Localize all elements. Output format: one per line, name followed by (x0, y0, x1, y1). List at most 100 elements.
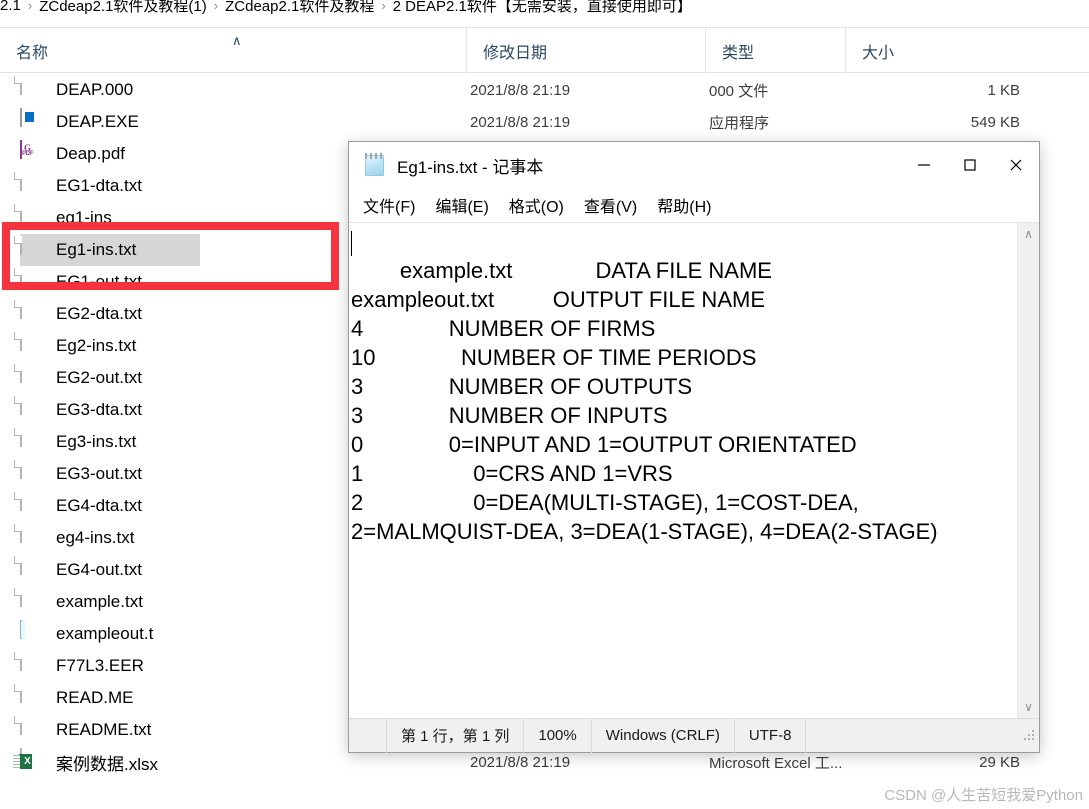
sort-ascending-icon: ∧ (232, 33, 242, 48)
file-name-cell[interactable]: EG2-out.txt (20, 362, 200, 394)
blank-file-icon (20, 76, 43, 103)
file-name-label: EG3-dta.txt (56, 400, 142, 419)
status-zoom-level[interactable]: 100% (524, 718, 592, 753)
notepad-title: Eg1-ins.txt - 记事本 (397, 157, 544, 177)
status-spacer (349, 718, 387, 753)
file-name-cell[interactable]: EG4-dta.txt (20, 490, 200, 522)
notepad-window[interactable]: Eg1-ins.txt - 记事本 文件(F) 编辑(E) 格式(O) 查看(V) 帮助… (348, 141, 1040, 753)
file-name-cell[interactable]: EG3-dta.txt (20, 394, 200, 426)
file-name-cell[interactable]: eg1-ins (20, 202, 200, 234)
file-name-label: exampleout.t (56, 624, 154, 643)
application-icon (20, 108, 43, 135)
file-date-cell: 2021/8/8 21:19 (470, 753, 571, 771)
breadcrumb-separator-icon: › (27, 0, 33, 13)
file-name-cell[interactable]: eg4-ins.txt (20, 522, 200, 554)
notepad-menu-item-3[interactable]: 格式(O) (509, 193, 564, 217)
column-header-1[interactable]: 名称 ∧ (0, 28, 466, 74)
file-name-label: example.txt (56, 592, 143, 611)
file-name-label: 案例数据.xlsx (56, 754, 158, 774)
file-name-label: DEAP.EXE (56, 112, 139, 131)
file-type-cell: 000 文件 (709, 82, 769, 100)
file-size-cell: 29 KB (979, 753, 1020, 771)
file-name-cell[interactable]: X 案例数据.xlsx (13, 746, 200, 778)
notepad-text-area[interactable]: example.txt DATA FILE NAME exampleout.tx… (349, 223, 1017, 718)
column-header-4[interactable]: 大小 (845, 28, 1025, 74)
notepad-menu-item-4[interactable]: 查看(V) (584, 193, 637, 217)
notepad-menu-item-5[interactable]: 帮助(H) (657, 193, 711, 217)
text-file-icon (20, 268, 43, 295)
file-name-label: F77L3.EER (56, 656, 144, 675)
file-name-label: DEAP.000 (56, 80, 134, 99)
file-name-label: EG2-dta.txt (56, 304, 142, 323)
text-file-icon (20, 300, 43, 327)
breadcrumb-item[interactable]: 2.1 (0, 0, 21, 14)
file-name-cell[interactable]: README.txt (20, 714, 200, 746)
file-name-cell[interactable]: GPDF Deap.pdf (20, 138, 200, 170)
file-name-label: EG4-dta.txt (56, 496, 142, 515)
blank-file-icon (20, 684, 43, 711)
pdf-file-icon: GPDF (20, 140, 43, 167)
notepad-scrollbar[interactable]: ∧ ∨ (1017, 223, 1039, 718)
file-name-cell[interactable]: DEAP.EXE (20, 106, 200, 138)
notepad-icon (363, 153, 387, 177)
file-row[interactable]: DEAP.000 2021/8/8 21:19 000 文件 1 KB (0, 74, 1089, 106)
breadcrumb-separator-icon: › (213, 0, 219, 13)
file-name-cell[interactable]: Eg3-ins.txt (20, 426, 200, 458)
file-name-label: EG4-out.txt (56, 560, 142, 579)
file-name-label: EG1-out.txt (56, 272, 142, 291)
file-name-label: EG1-dta.txt (56, 176, 142, 195)
resize-grip-icon[interactable] (1023, 729, 1035, 742)
notepad-menu-item-2[interactable]: 编辑(E) (435, 193, 488, 217)
notepad-menu-item-1[interactable]: 文件(F) (363, 193, 415, 217)
file-name-cell[interactable]: example.txt (20, 586, 200, 618)
text-caret (351, 231, 352, 256)
column-header-2[interactable]: 修改日期 (466, 28, 705, 74)
file-name-cell[interactable]: Eg1-ins.txt (20, 234, 200, 266)
file-date-cell: 2021/8/8 21:19 (470, 113, 571, 131)
file-name-label: README.txt (56, 720, 152, 739)
file-name-cell[interactable]: F77L3.EER (20, 650, 200, 682)
breadcrumb-item[interactable]: 2 DEAP2.1软件【无需安装，直接使用即可】 (393, 0, 692, 16)
file-name-cell[interactable]: EG1-out.txt (20, 266, 200, 298)
file-name-cell[interactable]: exampleout.t (20, 618, 200, 650)
file-name-label: eg4-ins.txt (56, 528, 135, 547)
blank-file-icon (20, 204, 43, 231)
column-header-label: 名称 (16, 45, 49, 62)
notepad-body: example.txt DATA FILE NAME exampleout.tx… (349, 222, 1039, 718)
text-file-icon (20, 556, 43, 583)
notepad-title-bar[interactable]: Eg1-ins.txt - 记事本 (349, 142, 1039, 188)
file-name-cell[interactable]: EG2-dta.txt (20, 298, 200, 330)
file-name-cell[interactable]: DEAP.000 (20, 74, 200, 106)
file-size-cell: 549 KB (970, 113, 1020, 131)
minimize-icon[interactable] (901, 149, 947, 181)
wordpad-file-icon (20, 620, 43, 647)
column-header-3[interactable]: 类型 (705, 28, 845, 74)
column-header-bar: 名称 ∧ 修改日期 类型 大小 (0, 27, 1089, 74)
file-name-cell[interactable]: EG4-out.txt (20, 554, 200, 586)
file-name-label: Eg3-ins.txt (56, 432, 137, 451)
file-name-label: Eg2-ins.txt (56, 336, 137, 355)
excel-file-icon: X (13, 748, 43, 775)
breadcrumb-item[interactable]: ZCdeap2.1软件及教程(1) (39, 0, 207, 16)
file-date-cell: 2021/8/8 21:19 (470, 81, 571, 99)
file-name-cell[interactable]: Eg2-ins.txt (20, 330, 200, 362)
text-file-icon (20, 588, 43, 615)
breadcrumb[interactable]: 2.1 › ZCdeap2.1软件及教程(1) › ZCdeap2.1软件及教程 › 2 D… (0, 0, 1089, 17)
column-header-label: 大小 (862, 45, 895, 62)
file-name-label: READ.ME (56, 688, 134, 707)
maximize-icon[interactable] (947, 149, 993, 181)
status-cursor-position: 第 1 行，第 1 列 (387, 718, 525, 753)
file-row[interactable]: DEAP.EXE 2021/8/8 21:19 应用程序 549 KB (0, 106, 1089, 138)
file-name-cell[interactable]: EG3-out.txt (20, 458, 200, 490)
notepad-content: example.txt DATA FILE NAME exampleout.tx… (351, 258, 938, 544)
close-icon[interactable] (993, 149, 1039, 181)
screen-root: 2.1 › ZCdeap2.1软件及教程(1) › ZCdeap2.1软件及教程 › 2 D… (0, 0, 1089, 809)
file-name-cell[interactable]: READ.ME (20, 682, 200, 714)
file-name-label: EG3-out.txt (56, 464, 142, 483)
scroll-up-icon[interactable]: ∧ (1024, 223, 1033, 245)
text-file-icon (20, 492, 43, 519)
breadcrumb-item[interactable]: ZCdeap2.1软件及教程 (225, 0, 374, 16)
notepad-menu-bar[interactable]: 文件(F) 编辑(E) 格式(O) 查看(V) 帮助(H) (349, 188, 1039, 222)
file-name-cell[interactable]: EG1-dta.txt (20, 170, 200, 202)
scroll-down-icon[interactable]: ∨ (1024, 696, 1033, 718)
